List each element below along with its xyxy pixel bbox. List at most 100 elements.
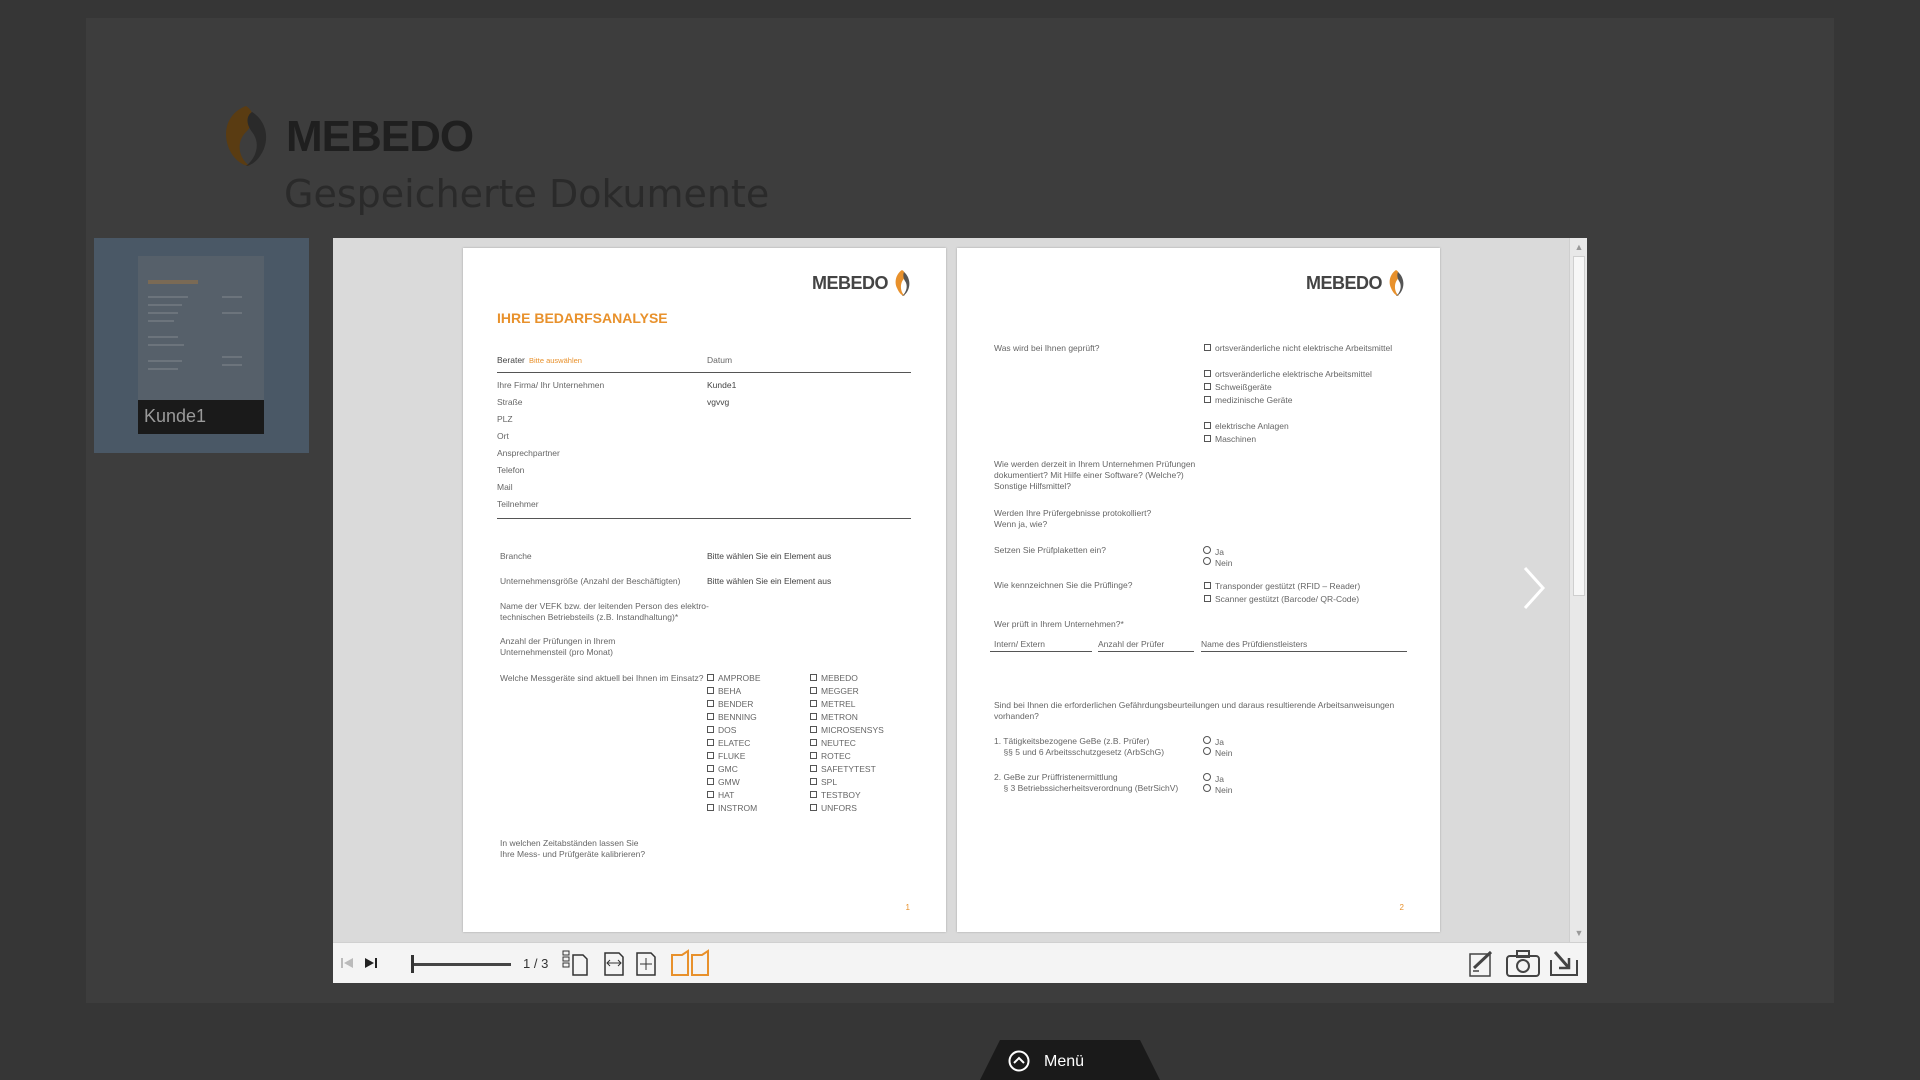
- radio-nein[interactable]: [1203, 747, 1211, 755]
- scroll-up-arrow-icon[interactable]: ▲: [1573, 240, 1585, 254]
- device-checkbox[interactable]: [707, 739, 714, 746]
- device-checkbox[interactable]: [810, 739, 817, 746]
- kalibrier-label: In welchen Zeitabständen lassen Sie Ihre…: [500, 838, 646, 859]
- device-checkbox[interactable]: [707, 778, 714, 785]
- next-page-button[interactable]: [1513, 558, 1553, 618]
- device-checkbox[interactable]: [707, 765, 714, 772]
- radio-label: Ja: [1215, 737, 1224, 747]
- brand-name: MEBEDO: [286, 112, 474, 161]
- last-page-button[interactable]: [361, 949, 381, 977]
- double-page-button[interactable]: [669, 949, 713, 977]
- option-checkbox[interactable]: [1204, 383, 1211, 390]
- option-checkbox[interactable]: [1204, 435, 1211, 442]
- question-protokolliert: Werden Ihre Prüfergebnisse protokolliert…: [994, 508, 1152, 529]
- scrollbar-thumb[interactable]: [1573, 256, 1585, 596]
- brand-logo: MEBEDO: [216, 102, 476, 170]
- radio-nein[interactable]: [1203, 557, 1211, 565]
- question-wer: Wer prüft in Ihrem Unternehmen?*: [994, 619, 1124, 629]
- device-label: INSTROM: [718, 803, 758, 813]
- device-checkbox[interactable]: [810, 687, 817, 694]
- groesse-select[interactable]: Bitte wählen Sie ein Element aus: [707, 576, 831, 587]
- berater-label: Berater: [497, 355, 525, 365]
- item-2: 2. GeBe zur Prüffristenermittlung § 3 Be…: [994, 772, 1179, 793]
- groesse-label: Unternehmensgröße (Anzahl der Beschäftig…: [500, 576, 681, 586]
- divider: [990, 651, 1092, 652]
- device-checkbox[interactable]: [810, 752, 817, 759]
- fit-page-button[interactable]: [633, 949, 659, 977]
- vertical-scrollbar[interactable]: ▲ ▼: [1569, 238, 1587, 942]
- field-label: Straße: [497, 397, 523, 407]
- pdf-viewer: MEBEDO IHRE BEDARFSANALYSE Berater Bitte…: [333, 238, 1587, 983]
- scroll-down-arrow-icon[interactable]: ▼: [1573, 926, 1585, 940]
- device-label: MICROSENSYS: [821, 725, 884, 735]
- device-checkbox[interactable]: [810, 674, 817, 681]
- thumbnail-preview: [148, 280, 242, 370]
- radio-label: Ja: [1215, 774, 1224, 784]
- device-checkbox[interactable]: [810, 791, 817, 798]
- device-checkbox[interactable]: [810, 804, 817, 811]
- fit-width-button[interactable]: [601, 949, 627, 977]
- viewer-canvas[interactable]: MEBEDO IHRE BEDARFSANALYSE Berater Bitte…: [333, 238, 1569, 942]
- device-checkbox[interactable]: [707, 674, 714, 681]
- column-anzahl: Anzahl der Prüfer: [1098, 639, 1165, 649]
- device-label: BEHA: [718, 686, 742, 696]
- mebedo-logo-icon: [226, 106, 267, 166]
- device-checkbox[interactable]: [707, 713, 714, 720]
- fit-page-icon: [636, 952, 656, 976]
- radio-nein[interactable]: [1203, 784, 1211, 792]
- radio-label: Nein: [1215, 748, 1233, 758]
- device-checkbox[interactable]: [810, 726, 817, 733]
- snapshot-button[interactable]: [1505, 949, 1541, 977]
- document-card-kunde1[interactable]: Kunde1: [94, 238, 309, 453]
- option-checkbox[interactable]: [1204, 595, 1211, 602]
- device-label: HAT: [718, 790, 735, 800]
- annotate-button[interactable]: [1467, 949, 1499, 977]
- divider: [497, 518, 911, 519]
- page-slider-handle[interactable]: [411, 955, 414, 973]
- menu-label[interactable]: Menü: [1044, 1053, 1084, 1071]
- device-checkbox[interactable]: [810, 713, 817, 720]
- device-checkbox[interactable]: [810, 778, 817, 785]
- option-label: Schweißgeräte: [1215, 382, 1272, 392]
- device-checkbox[interactable]: [707, 687, 714, 694]
- page-indicator: 1 / 3: [523, 956, 549, 971]
- option-checkbox[interactable]: [1204, 344, 1211, 351]
- field-label: Ihre Firma/ Ihr Unternehmen: [497, 380, 605, 390]
- device-checkbox[interactable]: [810, 765, 817, 772]
- branche-select[interactable]: Bitte wählen Sie ein Element aus: [707, 551, 831, 562]
- first-page-button[interactable]: [337, 949, 357, 977]
- option-checkbox[interactable]: [1204, 396, 1211, 403]
- device-checkbox[interactable]: [707, 700, 714, 707]
- single-page-button[interactable]: [561, 949, 591, 977]
- anzahl-label: Anzahl der Prüfungen in Ihrem Unternehme…: [500, 636, 616, 657]
- mebedo-mark-icon: [1389, 270, 1404, 296]
- column-name: Name des Prüfdienstleisters: [1201, 639, 1308, 649]
- option-checkbox[interactable]: [1204, 422, 1211, 429]
- chevron-up-circle-icon[interactable]: [1008, 1050, 1030, 1072]
- device-label: SAFETYTEST: [821, 764, 876, 774]
- device-label: NEUTEC: [821, 738, 856, 748]
- page-logo-text: MEBEDO: [1305, 272, 1383, 293]
- radio-ja[interactable]: [1203, 546, 1211, 554]
- device-checkbox[interactable]: [707, 804, 714, 811]
- option-label: Scanner gestützt (Barcode/ QR-Code): [1215, 594, 1360, 604]
- device-checkbox[interactable]: [810, 700, 817, 707]
- column-intern: Intern/ Extern: [994, 639, 1046, 649]
- first-page-icon: [341, 958, 353, 968]
- radio-ja[interactable]: [1203, 773, 1211, 781]
- device-checkbox[interactable]: [707, 791, 714, 798]
- document-page-1: MEBEDO IHRE BEDARFSANALYSE Berater Bitte…: [463, 248, 946, 932]
- device-label: ROTEC: [821, 751, 851, 761]
- export-button[interactable]: [1547, 949, 1581, 977]
- radio-ja[interactable]: [1203, 736, 1211, 744]
- device-checkbox[interactable]: [707, 752, 714, 759]
- page-slider[interactable]: [411, 963, 511, 966]
- field-label: Mail: [497, 482, 513, 492]
- field-label: Ansprechpartner: [497, 448, 560, 458]
- option-checkbox[interactable]: [1204, 582, 1211, 589]
- field-value: vgvvg: [707, 397, 730, 407]
- question-kennzeichnen: Wie kennzeichnen Sie die Prüflinge?: [994, 580, 1133, 590]
- device-checkbox[interactable]: [707, 726, 714, 733]
- option-checkbox[interactable]: [1204, 370, 1211, 377]
- radio-label: Ja: [1215, 547, 1224, 557]
